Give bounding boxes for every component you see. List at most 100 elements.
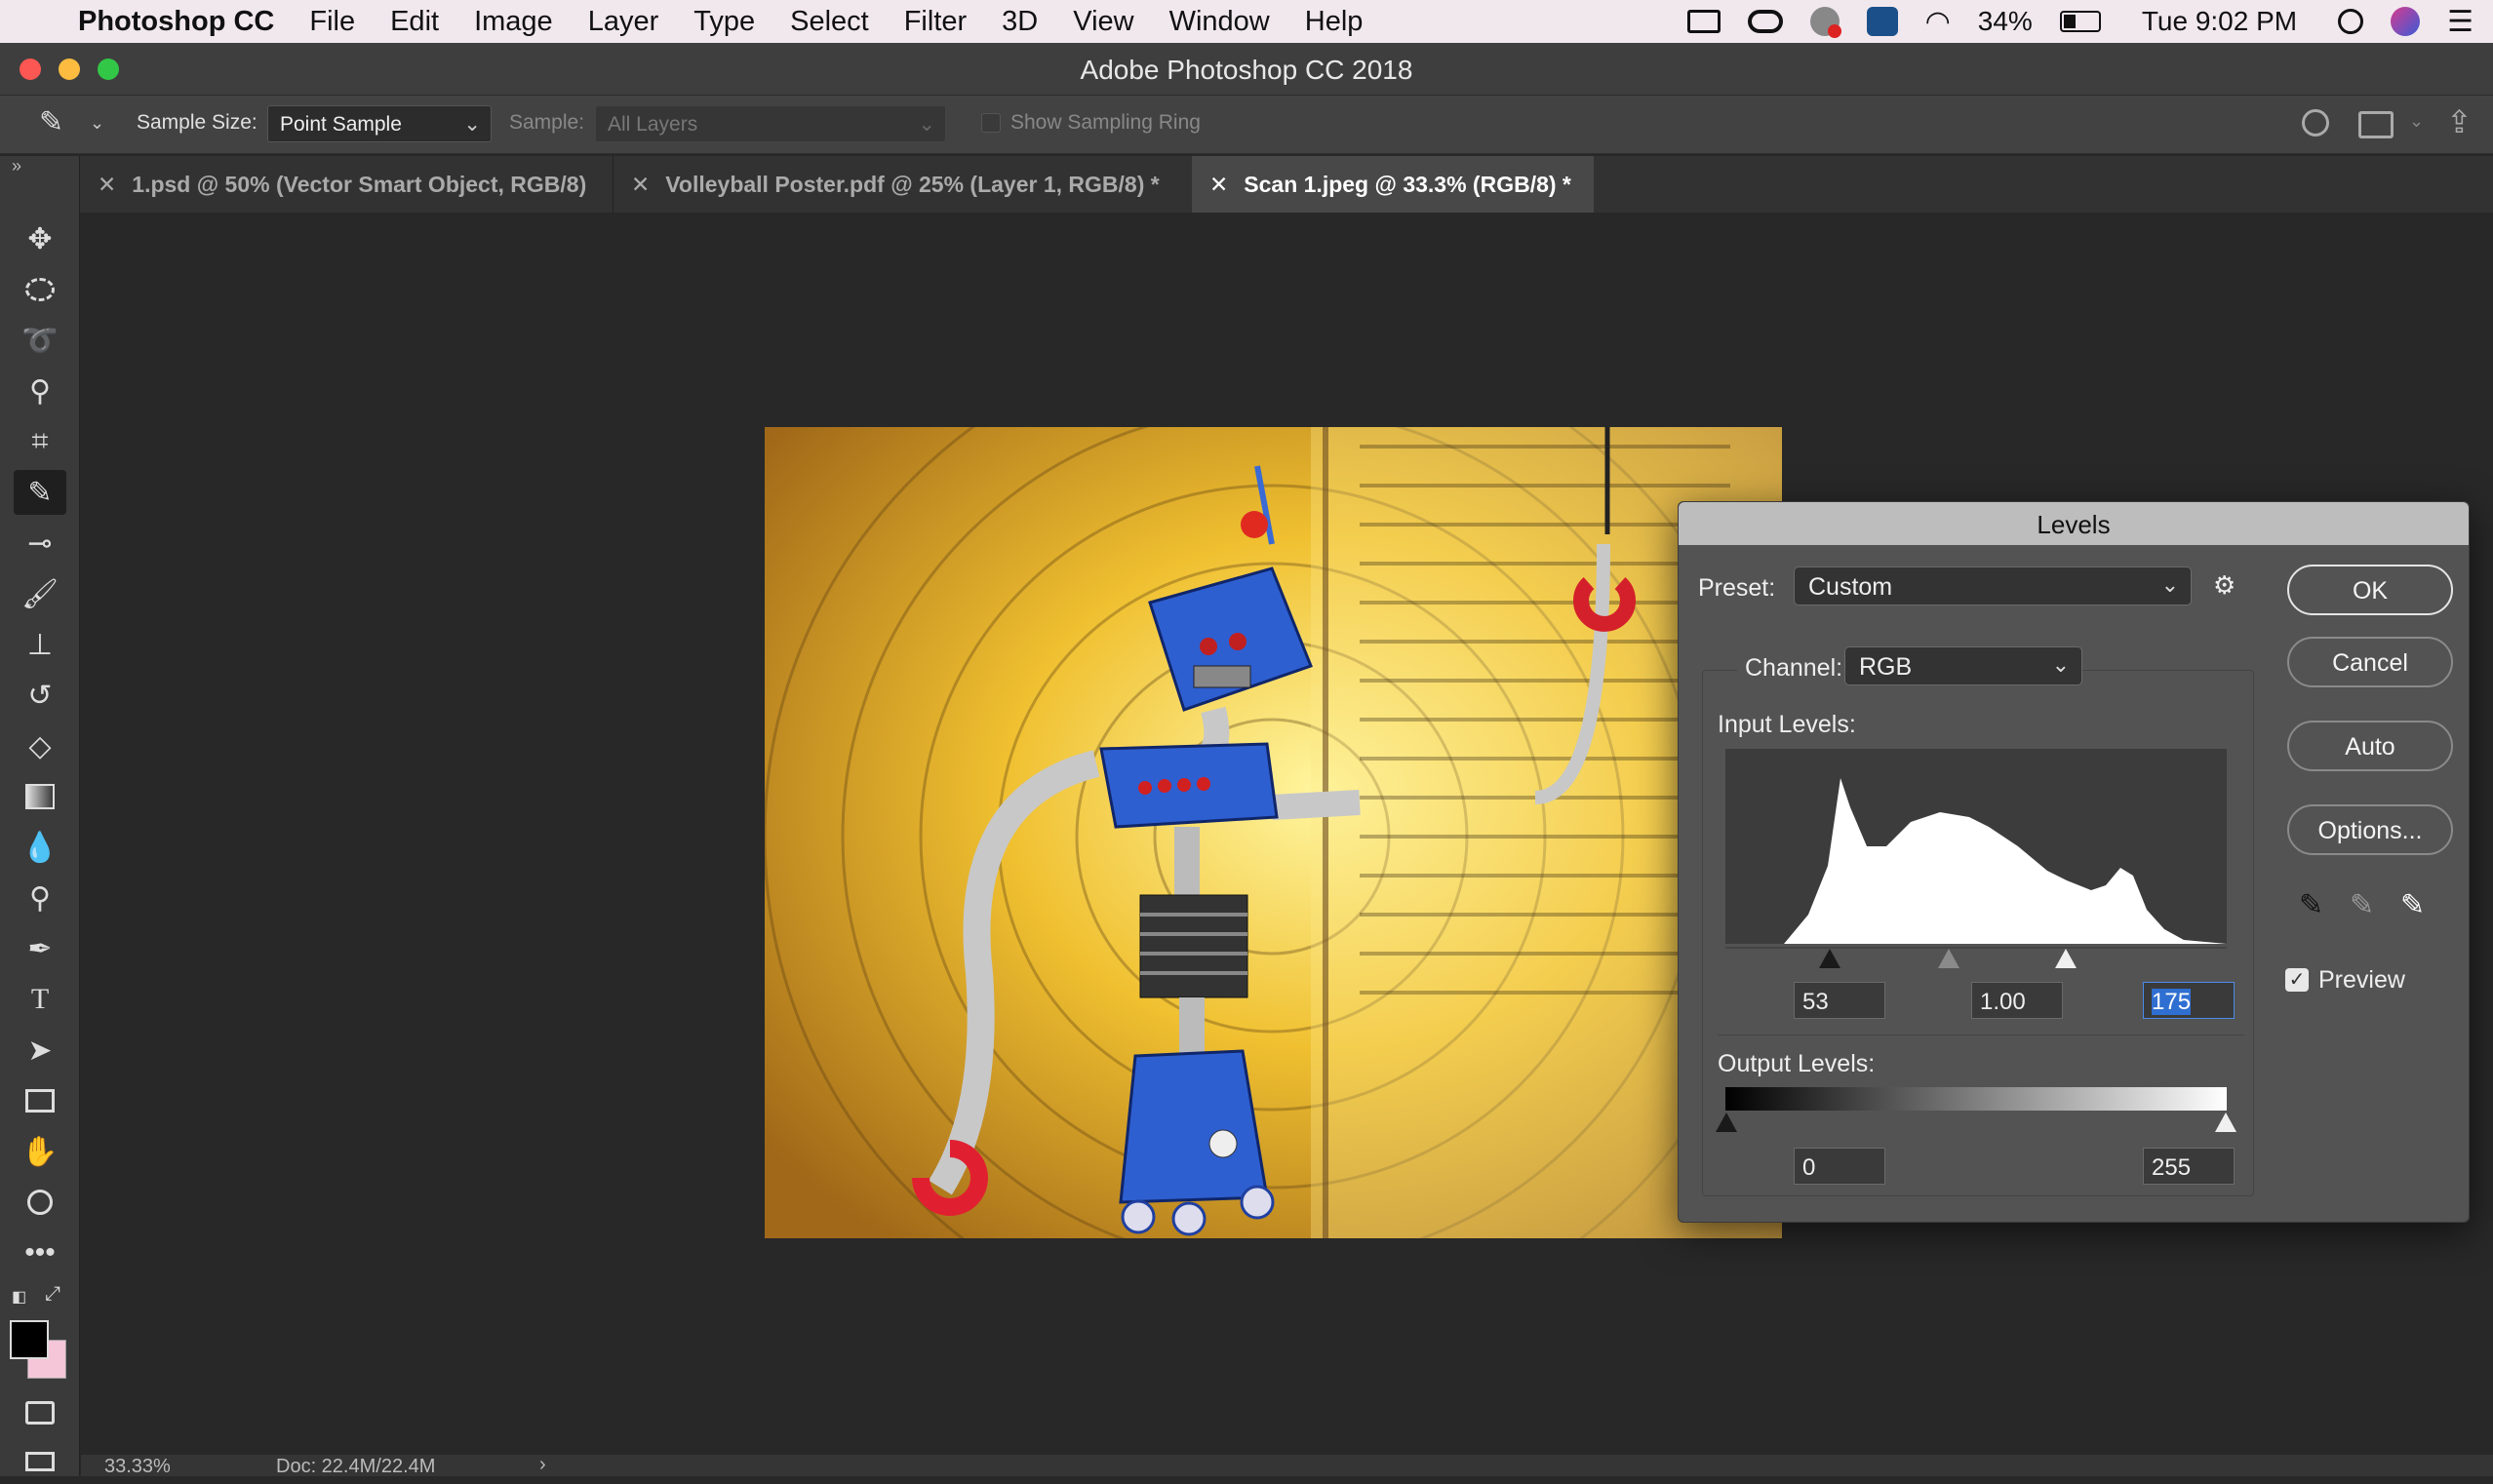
menu-view[interactable]: View — [1073, 6, 1133, 38]
dodge-tool-icon[interactable]: ⚲ — [14, 876, 66, 920]
blur-tool-icon[interactable]: 💧 — [14, 825, 66, 870]
hand-tool-icon[interactable]: ✋ — [14, 1129, 66, 1174]
preset-dropdown[interactable]: Custom ⌄ — [1794, 566, 2192, 605]
output-gradient-bar — [1725, 1087, 2227, 1111]
cancel-button[interactable]: Cancel — [2287, 637, 2453, 687]
tab-1-psd[interactable]: ✕ 1.psd @ 50% (Vector Smart Object, RGB/8… — [80, 156, 609, 213]
share-icon[interactable]: ⇪ — [2446, 103, 2473, 140]
output-levels-label: Output Levels: — [1718, 1050, 1876, 1077]
screen-mode-icon[interactable] — [14, 1439, 66, 1484]
tab-label: Scan 1.jpeg @ 33.3% (RGB/8) * — [1244, 172, 1571, 197]
eyedropper-preset-icon[interactable]: ✎ — [39, 105, 63, 139]
close-icon[interactable]: ✕ — [98, 172, 116, 197]
history-brush-tool-icon[interactable]: ↺ — [14, 673, 66, 718]
channel-label: Channel: — [1737, 654, 1851, 683]
chevron-down-icon[interactable]: ⌄ — [2409, 111, 2424, 132]
white-point-eyedropper-icon[interactable]: ✎ — [2400, 888, 2425, 922]
doc-size[interactable]: Doc: 22.4M/22.4M — [276, 1456, 435, 1478]
path-selection-tool-icon[interactable]: ➤ — [14, 1028, 66, 1073]
pen-tool-icon[interactable]: ✒ — [14, 926, 66, 971]
preset-options-gear-icon[interactable]: ⚙ — [2213, 570, 2236, 601]
output-black-slider[interactable] — [1716, 1113, 1737, 1132]
type-tool-icon[interactable]: T — [14, 977, 66, 1022]
preview-checkbox[interactable]: ✓ — [2285, 968, 2309, 992]
clone-stamp-tool-icon[interactable]: ⊥ — [14, 622, 66, 667]
workspace-icon[interactable] — [2358, 111, 2394, 138]
panel-collapse-icon[interactable]: » — [12, 156, 21, 176]
backup-icon[interactable] — [1866, 7, 1898, 36]
lasso-tool-icon[interactable]: ➰ — [14, 318, 66, 363]
input-slider-track — [1725, 947, 2227, 949]
crop-tool-icon[interactable]: ⌗ — [14, 419, 66, 464]
sampling-ring-label: Show Sampling Ring — [1010, 111, 1201, 134]
notification-badge-icon[interactable] — [1809, 7, 1841, 38]
brush-tool-icon[interactable]: 🖌 — [14, 571, 66, 616]
healing-brush-tool-icon[interactable]: ⊸ — [14, 521, 66, 566]
menu-file[interactable]: File — [309, 6, 355, 38]
eraser-tool-icon[interactable]: ◇ — [14, 723, 66, 768]
sample-dropdown[interactable]: All Layers ⌄ — [595, 105, 946, 142]
menu-window[interactable]: Window — [1169, 6, 1270, 38]
gradient-tool-icon[interactable] — [14, 774, 66, 819]
app-menu[interactable]: Photoshop CC — [78, 6, 274, 38]
close-icon[interactable]: ✕ — [1209, 172, 1228, 197]
default-colors-icon[interactable]: ◧ — [12, 1287, 26, 1307]
auto-button[interactable]: Auto — [2287, 721, 2453, 771]
close-icon[interactable]: ✕ — [631, 172, 650, 197]
tab-volleyball-poster[interactable]: ✕ Volleyball Poster.pdf @ 25% (Layer 1, R… — [613, 156, 1272, 213]
creative-cloud-icon[interactable] — [1747, 10, 1783, 33]
document-canvas-image[interactable] — [765, 427, 1782, 1238]
display-icon[interactable] — [1686, 10, 1721, 33]
menu-filter[interactable]: Filter — [904, 6, 967, 38]
siri-icon[interactable] — [2391, 7, 2421, 36]
search-icon[interactable] — [2302, 109, 2329, 137]
ok-button[interactable]: OK — [2287, 565, 2453, 615]
wifi-icon[interactable]: ◠ — [1925, 5, 1951, 39]
input-gamma-field[interactable]: 1.00 — [1971, 982, 2063, 1019]
status-menu-arrow-icon[interactable]: › — [539, 1454, 546, 1476]
spotlight-icon[interactable] — [2338, 9, 2364, 34]
rectangle-tool-icon[interactable] — [14, 1078, 66, 1123]
chevron-down-icon: ⌄ — [918, 113, 935, 136]
menu-help[interactable]: Help — [1305, 6, 1364, 38]
tab-scan-1-jpeg[interactable]: ✕ Scan 1.jpeg @ 33.3% (RGB/8) * — [1192, 156, 1594, 213]
input-black-slider[interactable] — [1819, 949, 1840, 968]
input-white-field[interactable]: 175 — [2143, 982, 2235, 1019]
quick-selection-tool-icon[interactable]: ⚲ — [14, 369, 66, 413]
black-point-eyedropper-icon[interactable]: ✎ — [2299, 888, 2323, 922]
eyedropper-tool-icon[interactable]: ✎ — [14, 470, 66, 515]
zoom-level[interactable]: 33.33% — [104, 1456, 171, 1478]
gray-point-eyedropper-icon[interactable]: ✎ — [2350, 888, 2374, 922]
input-gamma-slider[interactable] — [1938, 949, 1959, 968]
menu-edit[interactable]: Edit — [390, 6, 439, 38]
tab-label: Volleyball Poster.pdf @ 25% (Layer 1, RG… — [665, 172, 1160, 197]
menu-image[interactable]: Image — [474, 6, 553, 38]
sample-size-value: Point Sample — [280, 113, 402, 136]
menu-select[interactable]: Select — [790, 6, 869, 38]
zoom-tool-icon[interactable] — [14, 1180, 66, 1225]
swap-colors-icon[interactable]: ⤢ — [45, 1283, 60, 1306]
sampling-ring-checkbox[interactable] — [981, 113, 1001, 133]
quick-mask-icon[interactable] — [14, 1390, 66, 1435]
input-black-field[interactable]: 53 — [1794, 982, 1885, 1019]
marquee-tool-icon[interactable] — [14, 267, 66, 312]
sample-size-dropdown[interactable]: Point Sample ⌄ — [267, 105, 492, 142]
notification-center-icon[interactable]: ☰ — [2447, 5, 2473, 39]
window-titlebar: Adobe Photoshop CC 2018 — [0, 43, 2493, 96]
foreground-color-swatch[interactable] — [10, 1320, 49, 1359]
channel-dropdown[interactable]: RGB ⌄ — [1844, 646, 2082, 685]
input-levels-label: Input Levels: — [1718, 711, 1856, 738]
more-tools-icon[interactable]: ••• — [14, 1230, 66, 1275]
chevron-down-icon[interactable]: ⌄ — [90, 113, 104, 134]
battery-icon[interactable] — [2059, 11, 2101, 32]
input-white-slider[interactable] — [2055, 949, 2077, 968]
move-tool-icon[interactable]: ✥ — [14, 216, 66, 261]
menu-3d[interactable]: 3D — [1002, 6, 1038, 38]
menu-type[interactable]: Type — [693, 6, 755, 38]
output-white-field[interactable]: 255 — [2143, 1148, 2235, 1185]
output-white-slider[interactable] — [2215, 1113, 2236, 1132]
menu-layer[interactable]: Layer — [588, 6, 659, 38]
clock[interactable]: Tue 9:02 PM — [2142, 6, 2297, 37]
output-black-field[interactable]: 0 — [1794, 1148, 1885, 1185]
options-button[interactable]: Options... — [2287, 804, 2453, 855]
